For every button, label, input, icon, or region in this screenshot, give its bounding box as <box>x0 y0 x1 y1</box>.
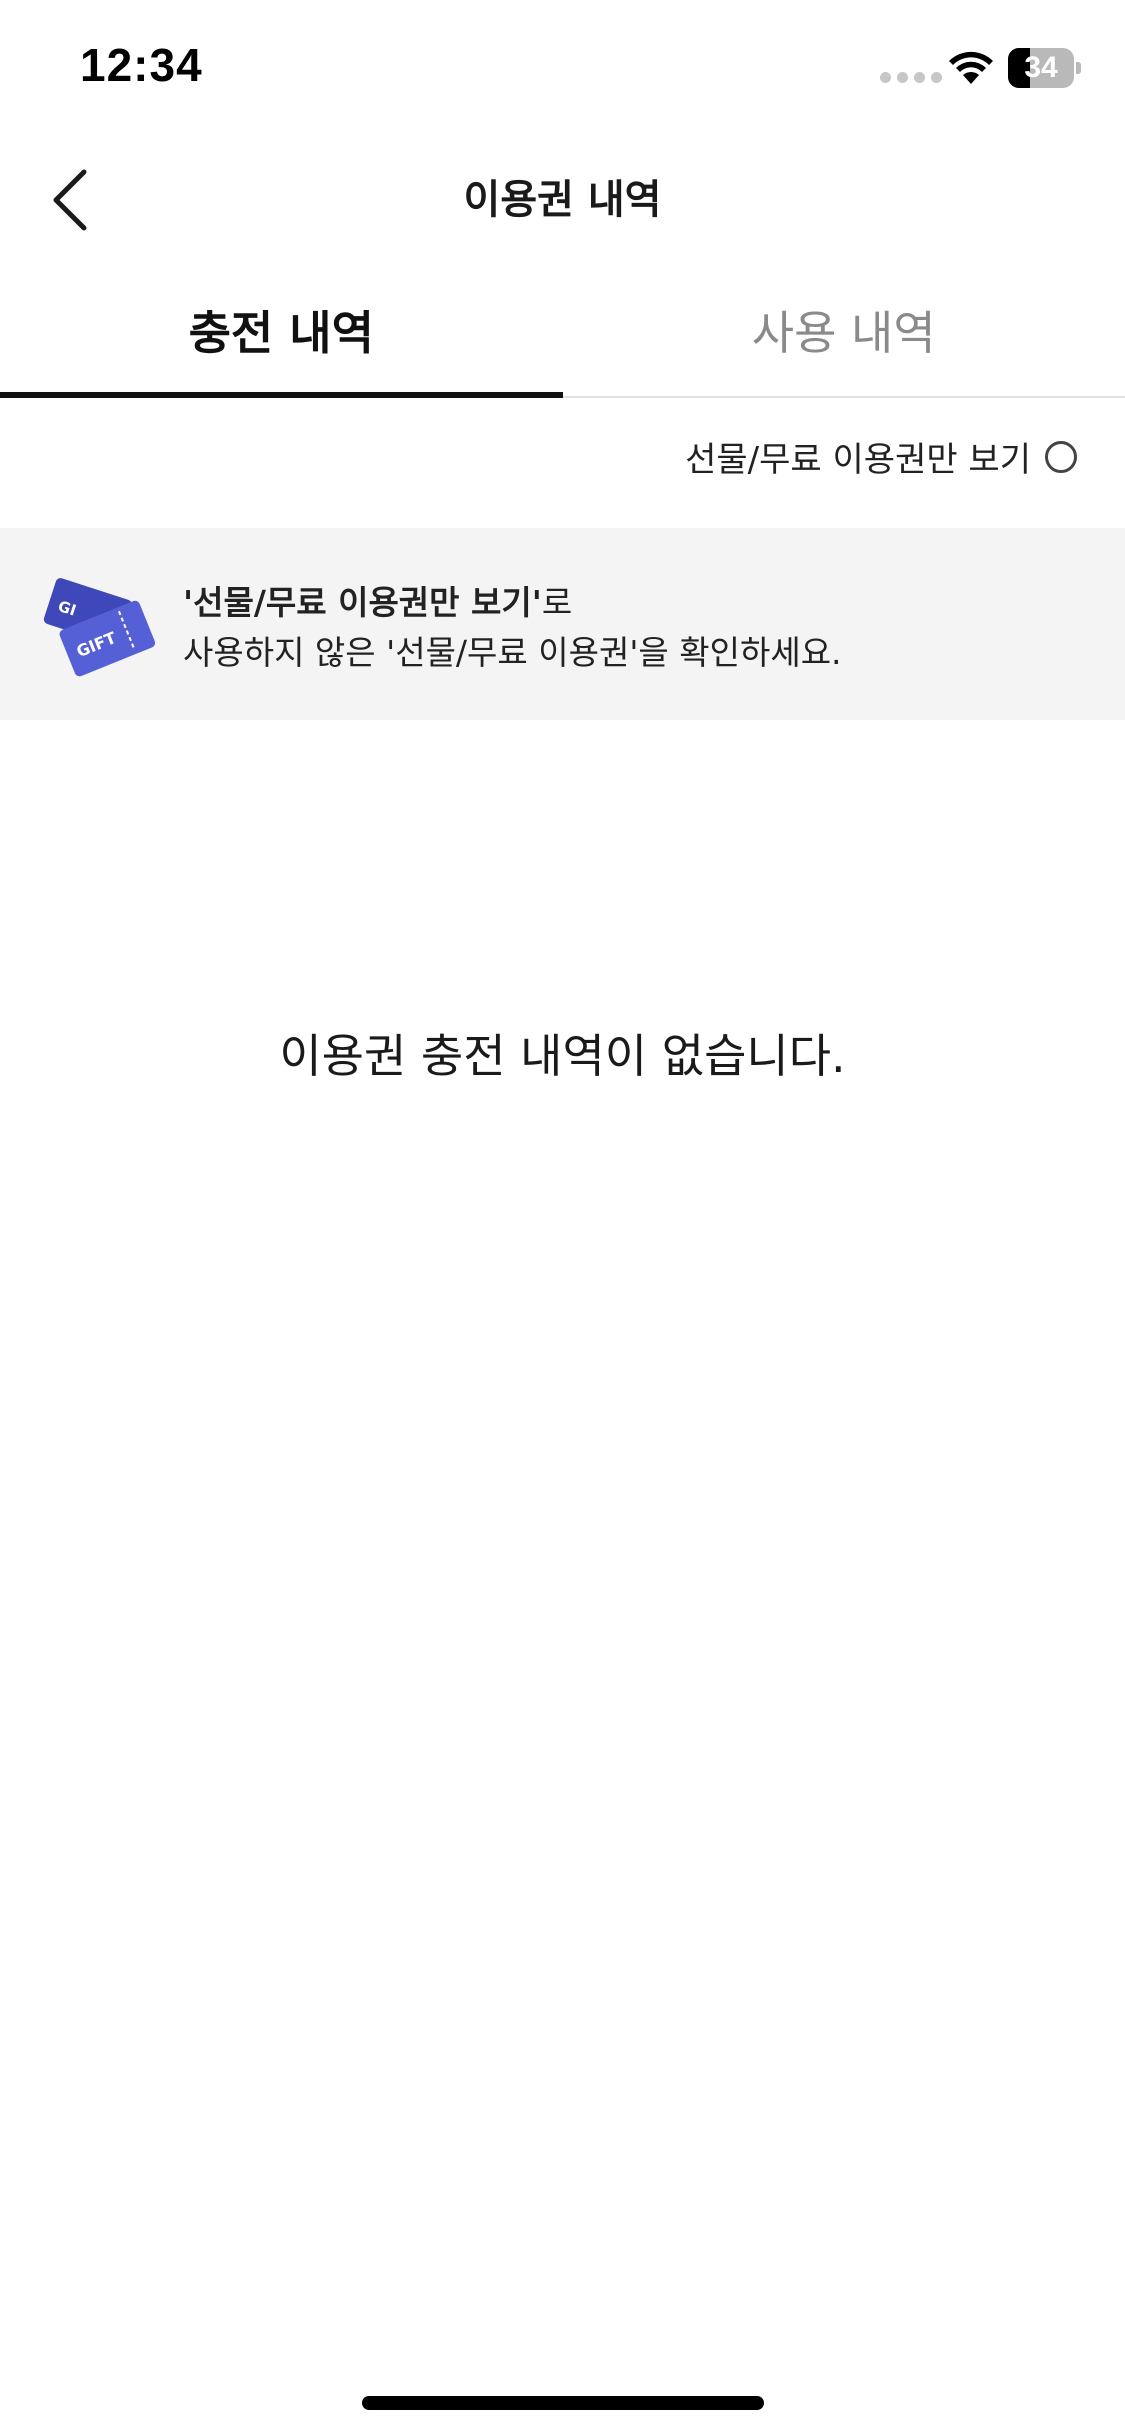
banner-line-1: '선물/무료 이용권만 보기'로 <box>183 578 842 628</box>
filter-label: 선물/무료 이용권만 보기 <box>685 440 1031 480</box>
tab-usage-history[interactable]: 사용 내역 <box>563 280 1125 396</box>
battery-icon: 34 <box>1008 48 1081 88</box>
banner-text: '선물/무료 이용권만 보기'로 사용하지 않은 '선물/무료 이용권'을 확인… <box>183 578 842 678</box>
status-time: 12:34 <box>80 39 203 91</box>
tab-label: 충전 내역 <box>188 306 374 360</box>
gift-ticket-icon: GI GIFT <box>43 578 156 677</box>
cellular-signal-icon <box>880 72 942 83</box>
banner-line-1-rest: 로 <box>541 583 573 622</box>
banner-highlight: '선물/무료 이용권만 보기' <box>183 583 542 622</box>
battery-level: 34 <box>1024 51 1058 84</box>
banner-line-2: 사용하지 않은 '선물/무료 이용권'을 확인하세요. <box>183 633 842 672</box>
radio-unchecked-icon[interactable] <box>1045 440 1077 473</box>
chevron-left-icon <box>53 169 87 231</box>
tab-charge-history[interactable]: 충전 내역 <box>0 280 563 398</box>
tab-bar: 충전 내역 사용 내역 <box>0 280 1125 398</box>
info-banner: GI GIFT '선물/무료 이용권만 보기'로 사용하지 않은 '선물/무료 … <box>0 528 1125 720</box>
wifi-icon <box>949 51 993 84</box>
empty-state-message: 이용권 충전 내역이 없습니다. <box>279 1029 846 1083</box>
gift-free-only-toggle[interactable]: 선물/무료 이용권만 보기 <box>685 432 1077 481</box>
nav-header: 이용권 내역 <box>0 140 1125 260</box>
status-bar: 12:34 34 <box>0 0 1125 140</box>
home-indicator <box>362 2396 764 2410</box>
back-button[interactable] <box>30 158 110 242</box>
filter-row: 선물/무료 이용권만 보기 <box>0 420 1125 504</box>
active-tab-indicator <box>0 392 563 398</box>
tab-label: 사용 내역 <box>751 306 936 360</box>
page-title: 이용권 내역 <box>463 177 662 223</box>
